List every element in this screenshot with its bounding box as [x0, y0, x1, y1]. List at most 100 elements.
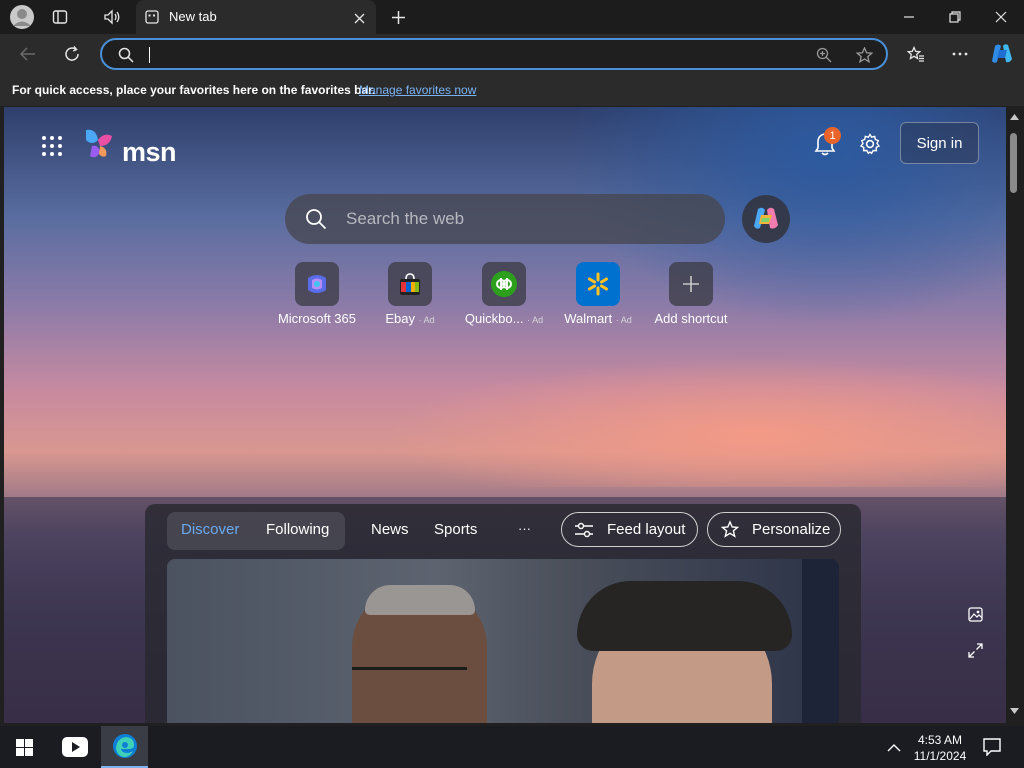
tab-following[interactable]: Following [266, 521, 329, 538]
copilot-icon[interactable] [987, 39, 1017, 69]
back-icon[interactable] [14, 40, 42, 68]
notification-count: 1 [829, 129, 836, 142]
ad-badge: · Ad [615, 315, 632, 325]
shortcut-quickbooks[interactable]: Quickbo... · Ad [454, 262, 554, 327]
clock-date: 11/1/2024 [913, 749, 967, 763]
shortcut-walmart[interactable]: Walmart · Ad [548, 262, 648, 327]
shortcut-name: Walmart [564, 311, 613, 326]
notification-center-icon[interactable] [978, 734, 1006, 760]
expand-icon[interactable] [965, 640, 985, 660]
shortcut-label: Walmart · Ad [548, 311, 648, 326]
refresh-icon[interactable] [58, 40, 86, 68]
tab-strip: New tab [0, 0, 1024, 34]
shortcut-name: Quickbo... [464, 311, 524, 326]
new-tab-button[interactable] [386, 5, 410, 29]
show-hidden-icons-chevron-icon[interactable] [883, 736, 905, 758]
favorites-bar: For quick access, place your favorites h… [0, 74, 1024, 106]
tab-actions-icon[interactable] [46, 5, 74, 29]
profile-avatar-icon[interactable] [8, 3, 36, 31]
shortcut-label: Ebay · Ad [360, 311, 460, 326]
settings-gear-icon[interactable] [855, 129, 885, 159]
personalize-button[interactable]: Personalize [707, 512, 841, 547]
shortcut-microsoft-365[interactable]: Microsoft 365 [267, 262, 367, 327]
personalize-star-icon [720, 520, 740, 538]
scroll-up-arrow-icon[interactable] [1009, 113, 1019, 121]
ad-badge: · Ad [527, 315, 544, 325]
top-news-card-image[interactable] [167, 559, 839, 723]
page-scrollbar[interactable] [1006, 107, 1024, 723]
more-options-icon[interactable] [946, 40, 974, 68]
sign-in-button[interactable]: Sign in [900, 122, 979, 164]
news-photo-person-left-hair [365, 585, 475, 615]
web-search-box[interactable]: Search the web [285, 194, 725, 244]
scroll-down-arrow-icon[interactable] [1009, 707, 1019, 715]
news-photo-person-right-hair [577, 581, 792, 651]
tab-news[interactable]: News [371, 521, 409, 538]
shortcut-add[interactable]: Add shortcut [641, 262, 741, 327]
sliders-icon [575, 522, 593, 538]
shortcut-label: Quickbo... · Ad [454, 311, 554, 326]
windows-start-icon[interactable] [6, 731, 42, 763]
shortcut-name: Add shortcut [654, 311, 728, 326]
plus-icon [683, 276, 699, 292]
shortcut-name: Ebay [385, 311, 415, 326]
shortcut-tile [295, 262, 339, 306]
tab-sports[interactable]: Sports [434, 521, 477, 538]
shortcut-tile [388, 262, 432, 306]
shortcut-label: Add shortcut [641, 311, 741, 326]
msn-butterfly-logo-icon[interactable] [80, 125, 120, 163]
feed-tab-group: Discover Following [167, 512, 345, 550]
favorites-icon[interactable] [902, 40, 930, 68]
msn-logo-text[interactable]: msn [122, 137, 177, 168]
edge-taskbar-icon[interactable] [101, 726, 148, 768]
close-tab-icon[interactable] [350, 9, 368, 27]
text-caret [149, 47, 150, 63]
news-photo-dark-edge [802, 559, 839, 723]
tab-title: New tab [169, 9, 217, 24]
shortcut-tile [482, 262, 526, 306]
feed-layout-label: Feed layout [607, 521, 686, 538]
new-tab-page-icon [144, 9, 160, 25]
read-aloud-icon[interactable] [98, 5, 126, 29]
copilot-icon [751, 204, 781, 234]
search-icon [304, 207, 328, 231]
shortcut-tile [669, 262, 713, 306]
more-tabs-button[interactable]: ··· [518, 521, 531, 536]
windows-taskbar: 4:53 AM 11/1/2024 [0, 726, 1024, 768]
scrollbar-thumb[interactable] [1010, 133, 1017, 193]
shortcut-tile [576, 262, 620, 306]
app-launcher-icon[interactable] [38, 132, 66, 160]
notification-badge: 1 [824, 127, 841, 144]
shortcut-ebay[interactable]: Ebay · Ad [360, 262, 460, 327]
favorites-bar-message: For quick access, place your favorites h… [12, 83, 376, 97]
feed-layout-button[interactable]: Feed layout [561, 512, 698, 547]
walmart-spark-icon [588, 272, 608, 296]
shortcut-name: Microsoft 365 [277, 311, 357, 326]
copilot-button[interactable] [742, 195, 790, 243]
ebay-bag-icon [400, 273, 420, 295]
browser-toolbar [0, 34, 1024, 74]
tab-discover[interactable]: Discover [181, 521, 239, 538]
youtube-icon[interactable] [56, 731, 94, 763]
address-bar[interactable] [100, 38, 888, 70]
feed-panel: Discover Following News Sports ··· Feed … [145, 504, 861, 723]
background-image-info-icon[interactable] [965, 604, 985, 624]
close-window-icon[interactable] [982, 5, 1020, 29]
personalize-label: Personalize [752, 521, 831, 538]
microsoft-365-icon [308, 275, 326, 293]
news-photo-glasses [352, 667, 467, 689]
quickbooks-icon [491, 271, 517, 297]
manage-favorites-link[interactable]: Manage favorites now [359, 83, 476, 97]
restore-icon[interactable] [936, 5, 974, 29]
taskbar-clock[interactable]: 4:53 AM 11/1/2024 [904, 732, 976, 764]
tab-new-tab[interactable]: New tab [136, 0, 376, 34]
sign-in-label: Sign in [916, 134, 963, 152]
ad-badge: · Ad [418, 315, 435, 325]
minimize-icon[interactable] [890, 5, 928, 29]
search-placeholder: Search the web [346, 209, 465, 228]
favorite-star-icon[interactable] [853, 45, 875, 65]
search-icon [117, 46, 135, 64]
shortcut-label: Microsoft 365 [267, 311, 367, 326]
background-sunset-glow [384, 357, 1006, 487]
zoom-icon[interactable] [813, 45, 835, 65]
